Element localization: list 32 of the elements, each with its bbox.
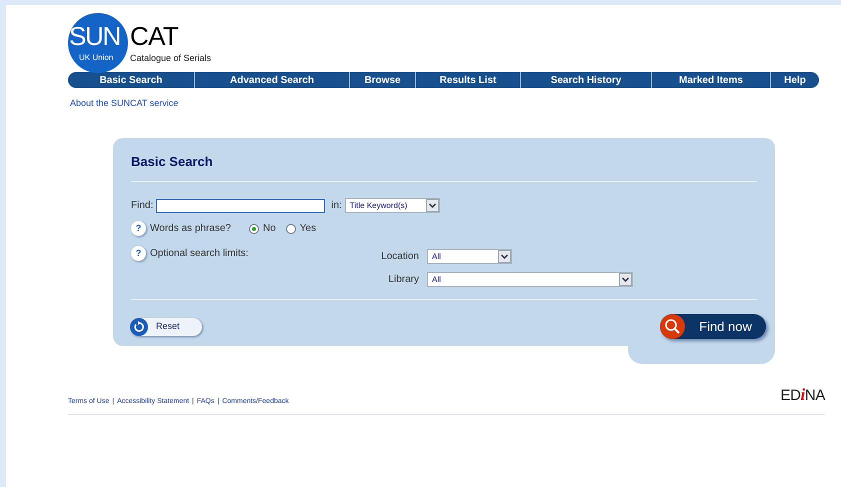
- limit-label: Location: [380, 250, 419, 264]
- help-icon[interactable]: ?: [131, 221, 146, 236]
- phrase-label: Words as phrase?: [150, 222, 231, 236]
- dropdown[interactable]: Title Keyword(s): [344, 198, 440, 213]
- dropdown[interactable]: All: [427, 249, 512, 264]
- in-label: in:: [331, 199, 342, 213]
- reset-button[interactable]: Reset: [130, 318, 202, 336]
- help-icon[interactable]: ?: [131, 246, 146, 261]
- nav-tab[interactable]: Search History: [520, 72, 651, 88]
- logo-subtitle: Catalogue of Serials: [130, 54, 212, 63]
- nav-tab[interactable]: Advanced Search: [194, 72, 349, 88]
- find-input[interactable]: [156, 198, 326, 212]
- radio-option[interactable]: No: [248, 221, 276, 236]
- find-now-button[interactable]: Find now: [660, 314, 766, 339]
- search-icon: [660, 314, 685, 339]
- limit-label: Library: [387, 273, 419, 287]
- dropdown[interactable]: All: [427, 272, 633, 287]
- edina-logo: EDiNA: [780, 384, 825, 406]
- nav-tab[interactable]: Help: [770, 72, 819, 88]
- panel-title: Basic Search: [131, 152, 214, 170]
- nav-tab[interactable]: Marked Items: [651, 72, 770, 88]
- nav-tab[interactable]: Results List: [415, 72, 520, 88]
- nav-tab[interactable]: Browse: [349, 72, 415, 88]
- logo-text: CAT: [130, 23, 178, 49]
- find-label: Find:: [131, 199, 154, 213]
- about-link[interactable]: About the SUNCAT service: [70, 97, 825, 110]
- nav-tab[interactable]: Basic Search: [68, 72, 194, 88]
- logo-text: SUN: [69, 23, 120, 49]
- reset-icon: [130, 318, 148, 336]
- radio-option[interactable]: Yes: [286, 221, 316, 236]
- limits-label: Optional search limits:: [150, 247, 248, 261]
- logo-subtitle: UK Union: [79, 54, 114, 62]
